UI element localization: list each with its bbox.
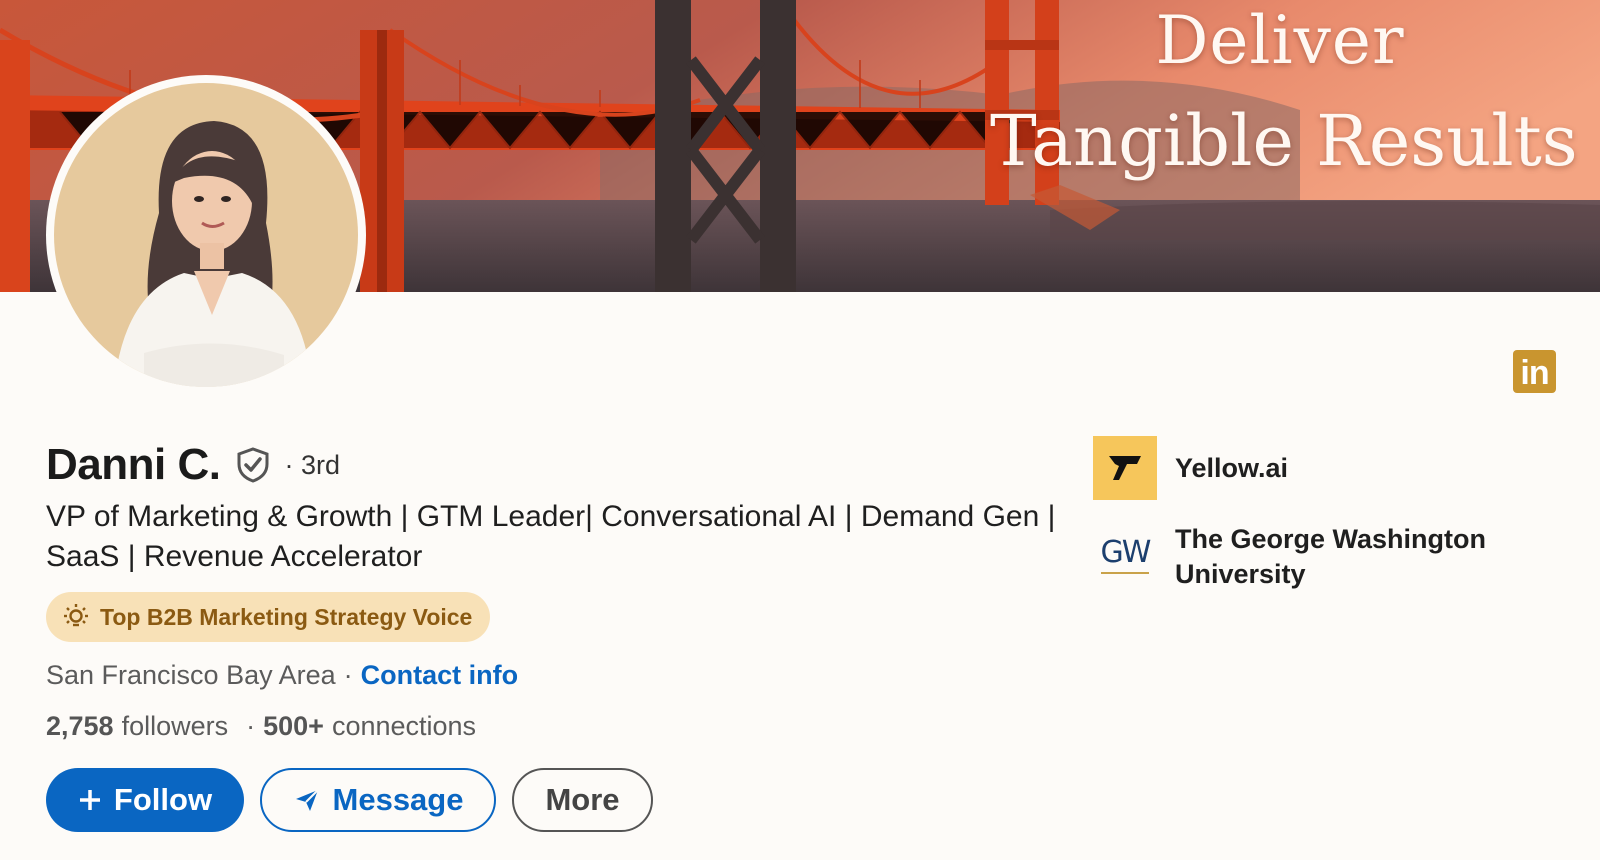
profile-photo — [54, 83, 358, 387]
yellow-ai-logo — [1093, 436, 1157, 500]
affiliation-company[interactable]: Yellow.ai — [1093, 436, 1535, 500]
connections-label[interactable]: connections — [332, 711, 476, 742]
follow-button[interactable]: Follow — [46, 768, 244, 832]
message-button[interactable]: Message — [260, 768, 496, 832]
affiliation-company-name: Yellow.ai — [1175, 453, 1289, 483]
profile-name-row: Danni C. · 3rd — [46, 440, 340, 490]
connections-count[interactable]: 500+ — [263, 711, 324, 742]
network-stats: 2,758 followers · 500+ connections — [46, 711, 476, 742]
message-button-label: Message — [332, 782, 464, 817]
profile-avatar[interactable] — [46, 75, 366, 395]
contact-info-link[interactable]: Contact info — [361, 660, 518, 691]
affiliation-education[interactable]: GW The George Washington University — [1093, 522, 1535, 592]
linkedin-icon[interactable]: in — [1513, 350, 1556, 393]
verified-shield-icon[interactable] — [234, 446, 272, 484]
follow-button-label: Follow — [113, 782, 213, 817]
gw-logo-text: GW — [1100, 535, 1151, 574]
lightbulb-icon — [62, 603, 90, 631]
connection-degree: · 3rd — [284, 449, 340, 480]
banner-tagline-line1: Deliver — [1155, 2, 1405, 79]
followers-label: followers — [121, 711, 229, 741]
top-voice-badge[interactable]: Top B2B Marketing Strategy Voice — [46, 592, 491, 642]
plus-icon — [78, 788, 102, 812]
banner-tagline-line2: Tangible Results — [990, 100, 1578, 182]
profile-name: Danni C. — [46, 440, 221, 489]
followers-count: 2,758 — [46, 711, 114, 741]
profile-headline: VP of Marketing & Growth | GTM Leader| C… — [46, 500, 1056, 573]
top-voice-badge-label: Top B2B Marketing Strategy Voice — [100, 603, 473, 630]
affiliation-education-name: The George Washington University — [1175, 524, 1487, 589]
more-button-label: More — [545, 782, 620, 817]
profile-location: San Francisco Bay Area — [46, 660, 336, 690]
location-row: San Francisco Bay Area · Contact info — [46, 660, 518, 691]
location-separator: · — [343, 660, 353, 690]
more-button[interactable]: More — [512, 768, 653, 832]
connections-separator: · — [246, 711, 256, 741]
gw-logo: GW — [1093, 522, 1157, 586]
send-icon — [293, 786, 321, 814]
